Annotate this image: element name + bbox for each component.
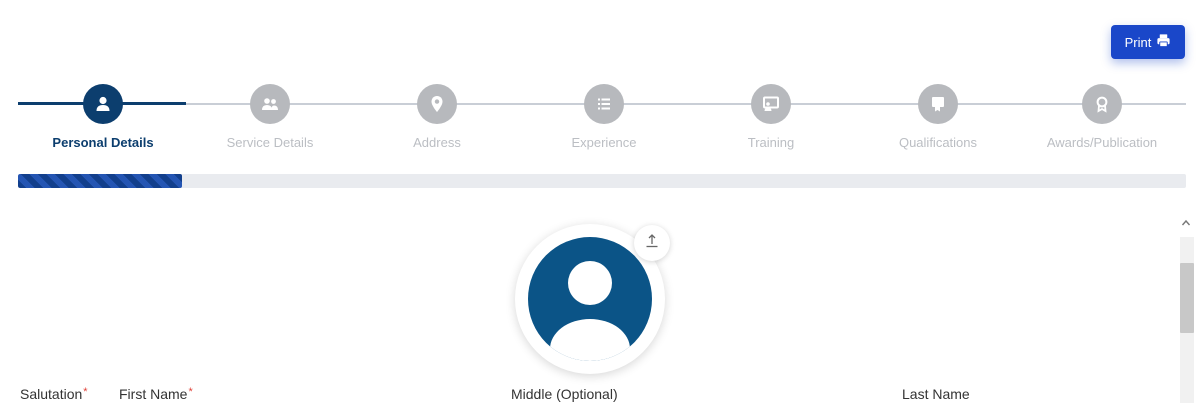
chalkboard-icon bbox=[751, 84, 791, 124]
step-qualifications[interactable]: Qualifications bbox=[858, 78, 1018, 150]
salutation-label-text: Salutation bbox=[20, 386, 83, 402]
step-training[interactable]: Training bbox=[691, 78, 851, 150]
step-label: Training bbox=[747, 135, 795, 150]
form-progress-fill bbox=[18, 174, 182, 188]
step-experience[interactable]: Experience bbox=[524, 78, 684, 150]
printer-icon bbox=[1156, 33, 1171, 51]
print-button[interactable]: Print bbox=[1111, 25, 1185, 59]
step-label: Service Details bbox=[226, 135, 314, 150]
last-name-label-text: Last Name bbox=[902, 386, 970, 402]
required-marker: * bbox=[83, 386, 88, 398]
step-label: Personal Details bbox=[52, 135, 154, 150]
first-name-label-text: First Name bbox=[119, 386, 188, 402]
step-label: Address bbox=[413, 135, 461, 150]
print-button-label: Print bbox=[1124, 34, 1152, 50]
form-stepper: Personal Details Service Details Address… bbox=[0, 78, 1198, 158]
step-label: Experience bbox=[571, 135, 637, 150]
upload-icon bbox=[644, 233, 660, 254]
user-icon bbox=[83, 84, 123, 124]
step-label: Awards/Publication bbox=[1046, 135, 1158, 150]
vertical-scrollbar[interactable] bbox=[1174, 213, 1198, 403]
avatar-placeholder-icon bbox=[528, 237, 652, 361]
middle-name-label: Middle (Optional) bbox=[511, 386, 618, 402]
last-name-label: Last Name bbox=[902, 386, 970, 402]
step-label: Qualifications bbox=[898, 135, 978, 150]
map-pin-icon bbox=[417, 84, 457, 124]
required-marker: * bbox=[188, 386, 193, 398]
certificate-icon bbox=[918, 84, 958, 124]
scrollbar-thumb[interactable] bbox=[1180, 263, 1194, 333]
step-address[interactable]: Address bbox=[357, 78, 517, 150]
first-name-label: First Name* bbox=[119, 386, 193, 402]
list-icon bbox=[584, 84, 624, 124]
step-service-details[interactable]: Service Details bbox=[190, 78, 350, 150]
upload-photo-button[interactable] bbox=[634, 225, 670, 261]
award-icon bbox=[1082, 84, 1122, 124]
form-progress-bar bbox=[18, 174, 1186, 188]
users-icon bbox=[250, 84, 290, 124]
personal-details-page: Print Personal Details Service Details A… bbox=[0, 0, 1198, 403]
step-personal-details[interactable]: Personal Details bbox=[23, 78, 183, 150]
salutation-label: Salutation* bbox=[20, 386, 88, 402]
middle-name-label-text: Middle (Optional) bbox=[511, 386, 618, 402]
chevron-up-icon[interactable] bbox=[1180, 217, 1192, 229]
step-awards-publication[interactable]: Awards/Publication bbox=[1022, 78, 1182, 150]
